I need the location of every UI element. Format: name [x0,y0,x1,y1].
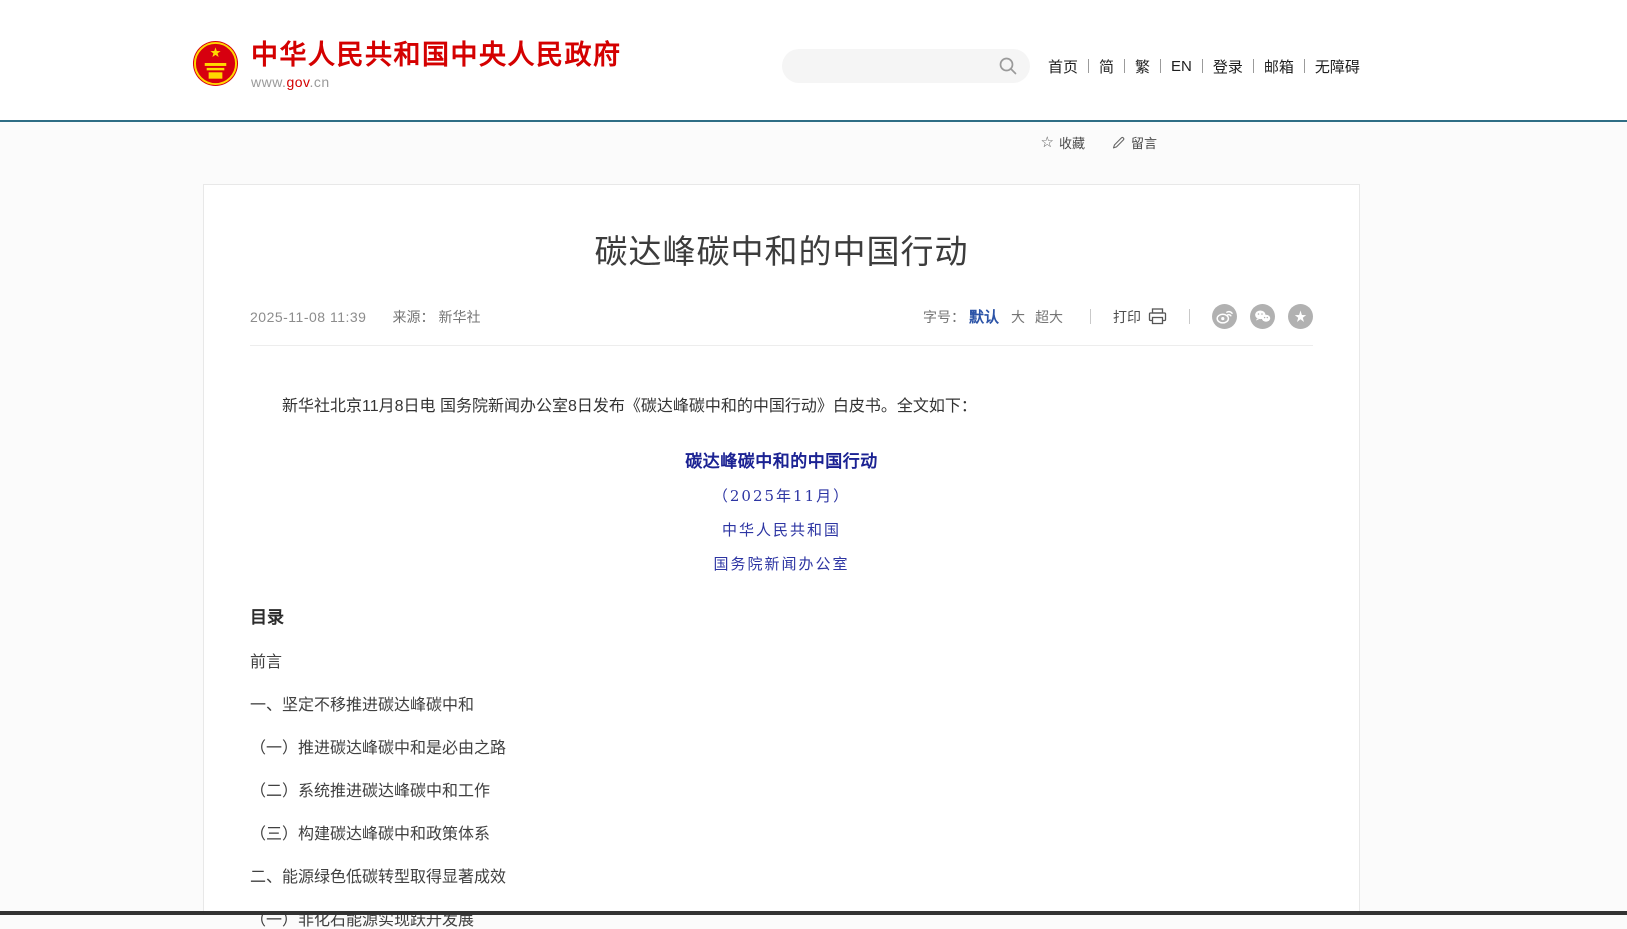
search-input[interactable] [782,58,998,74]
star-outline-icon: ☆ [1041,135,1054,150]
source-label: 来源： [392,307,434,327]
printer-icon [1148,308,1167,325]
meta-left: 2025-11-08 11:39 来源： 新华社 [250,307,480,327]
share-icons [1212,304,1313,329]
nav-item-simplified[interactable]: 简 [1089,56,1124,77]
nav-item-mail[interactable]: 邮箱 [1254,56,1304,77]
logo-text: 中华人民共和国中央人民政府 www.gov.cn [251,40,622,90]
toc-item: （三）构建碳达峰碳中和政策体系 [250,827,1313,843]
font-size-label: 字号： [923,307,965,327]
search-icon[interactable] [998,56,1018,76]
print-button[interactable]: 打印 [1113,307,1167,327]
nav-item-traditional[interactable]: 繁 [1125,56,1160,77]
search-box [782,49,1030,83]
doc-org-line-1: 中华人民共和国 [250,519,1313,540]
meta-separator [1189,309,1190,324]
meta-separator [1090,309,1091,324]
pen-icon [1111,135,1126,150]
weibo-share-icon[interactable] [1212,304,1237,329]
favorite-label: 收藏 [1059,133,1085,152]
favorite-link[interactable]: ☆ 收藏 [1041,133,1085,152]
site-url-suffix: .cn [310,74,330,90]
meta-right: 字号： 默认 大 超大 打印 [923,304,1313,329]
nav-item-accessibility[interactable]: 无障碍 [1305,56,1370,77]
national-emblem-icon [192,40,239,87]
doc-date-line: （2025年11月） [250,485,1313,506]
site-url-gov: gov [286,74,309,90]
toc-item: 一、坚定不移推进碳达峰碳中和 [250,698,1313,714]
print-label: 打印 [1113,307,1141,327]
site-title: 中华人民共和国中央人民政府 [251,40,622,71]
font-size-xlarge-button[interactable]: 超大 [1035,307,1063,327]
comment-label: 留言 [1131,133,1157,152]
comment-link[interactable]: 留言 [1111,133,1157,152]
font-size-default-button[interactable]: 默认 [969,306,999,327]
toc-heading: 目录 [250,603,1313,628]
publish-date: 2025-11-08 11:39 [250,309,366,325]
toc-item: 前言 [250,655,1313,671]
site-header: 中华人民共和国中央人民政府 www.gov.cn 首页 简 繁 EN 登录 邮箱… [0,0,1627,122]
nav-item-login[interactable]: 登录 [1203,56,1253,77]
top-nav: 首页 简 繁 EN 登录 邮箱 无障碍 [1038,54,1370,78]
article-title: 碳达峰碳中和的中国行动 [250,225,1313,273]
doc-org-line-2: 国务院新闻办公室 [250,553,1313,574]
nav-item-home[interactable]: 首页 [1038,56,1088,77]
toc-item: （二）系统推进碳达峰碳中和工作 [250,784,1313,800]
window-bottom-edge [0,911,1627,915]
site-url-prefix: www. [251,74,286,90]
toc-item: （一）非化石能源实现跃升发展 [250,913,1313,929]
doc-title: 碳达峰碳中和的中国行动 [250,447,1313,472]
font-size-large-button[interactable]: 大 [1011,307,1025,327]
star-share-icon[interactable] [1288,304,1313,329]
toc-item: 二、能源绿色低碳转型取得显著成效 [250,870,1313,886]
site-logo[interactable]: 中华人民共和国中央人民政府 www.gov.cn [192,40,622,90]
toc-list: 前言一、坚定不移推进碳达峰碳中和 （一）推进碳达峰碳中和是必由之路 （二）系统推进碳… [250,655,1313,929]
quick-links-bar: ☆ 收藏 留言 [0,131,1157,153]
wechat-share-icon[interactable] [1250,304,1275,329]
toc-item: （一）推进碳达峰碳中和是必由之路 [250,741,1313,757]
article-body: 新华社北京11月8日电 国务院新闻办公室8日发布《碳达峰碳中和的中国行动》白皮书… [250,395,1313,929]
nav-item-english[interactable]: EN [1161,58,1202,75]
lead-paragraph: 新华社北京11月8日电 国务院新闻办公室8日发布《碳达峰碳中和的中国行动》白皮书… [250,395,1313,419]
meta-divider [250,345,1313,346]
article-card: 碳达峰碳中和的中国行动 2025-11-08 11:39 来源： 新华社 字号：… [203,184,1360,915]
article-meta-row: 2025-11-08 11:39 来源： 新华社 字号： 默认 大 超大 打印 [250,304,1313,329]
source-value[interactable]: 新华社 [438,307,480,327]
site-url: www.gov.cn [251,74,622,90]
